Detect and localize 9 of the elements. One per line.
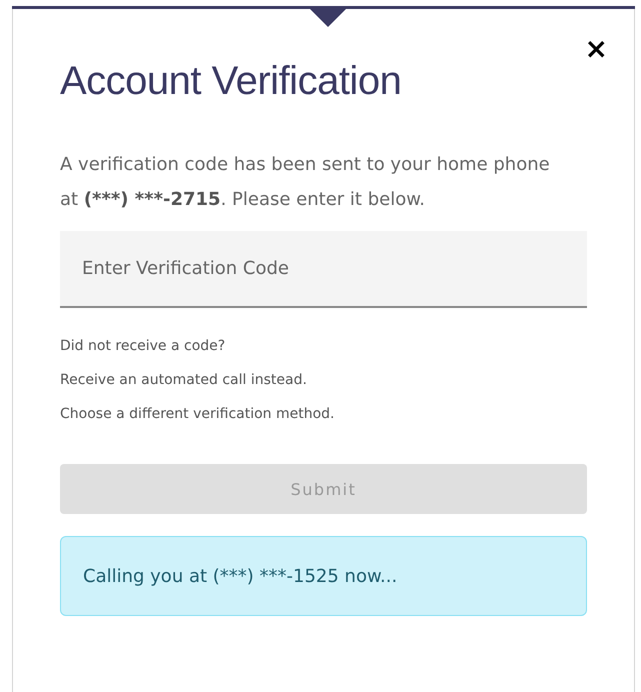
pointer-icon — [310, 9, 346, 27]
close-button[interactable]: × — [584, 35, 608, 63]
help-question: Did not receive a code? — [60, 337, 226, 356]
alert-message: Calling you at (***) ***-1525 now... — [60, 536, 587, 616]
help-link[interactable]: Choose a different verification method. — [60, 404, 334, 424]
help-link[interactable]: Receive an automated call instead. — [60, 370, 307, 390]
code-input-field[interactable]: Enter Verification Code — [60, 231, 587, 308]
dialog-title: Account Verification — [60, 58, 402, 105]
message-text: A verification code has been sent to your home phone at (***) ***-2715. Please enter it below. — [60, 153, 551, 212]
